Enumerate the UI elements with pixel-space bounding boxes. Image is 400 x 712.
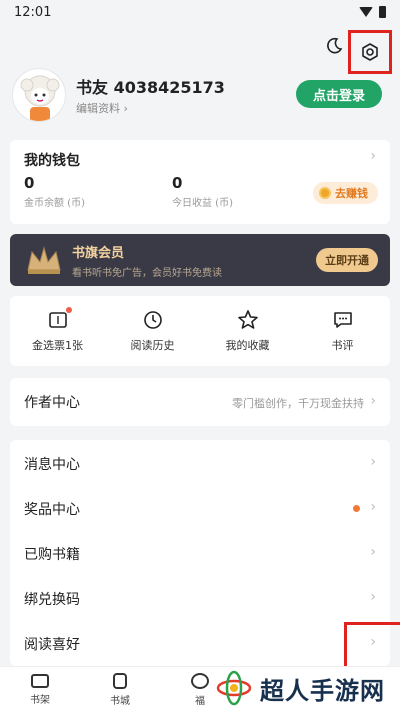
watermark-text: 超人手游网 <box>260 676 385 705</box>
menu-item-redeem-code[interactable]: 绑兑换码 › <box>10 575 390 620</box>
chevron-right-icon: › <box>370 393 376 409</box>
menu-item-prizes[interactable]: 奖品中心 › <box>10 485 390 530</box>
login-button[interactable]: 点击登录 <box>296 80 382 108</box>
bookstore-icon <box>113 672 127 689</box>
earn-money-label: 去赚钱 <box>335 187 368 200</box>
tab-label: 书城 <box>110 695 130 707</box>
earn-money-button[interactable]: 去赚钱 <box>313 182 378 204</box>
battery-icon <box>379 6 386 18</box>
today-earnings-label: 今日收益 (币) <box>172 198 233 209</box>
notification-dot <box>353 505 360 512</box>
quick-item-ticket[interactable]: 金选票1张 <box>18 307 98 353</box>
chevron-right-icon: › <box>370 148 376 164</box>
author-center-label: 作者中心 <box>24 395 80 411</box>
quick-item-label: 阅读历史 <box>130 339 175 352</box>
tab-label: 福 <box>195 695 205 707</box>
status-time: 12:01 <box>14 4 52 20</box>
menu-item-label: 阅读喜好 <box>24 637 80 653</box>
vip-subtitle: 看书听书免广告，会员好书免费读 <box>72 268 222 279</box>
today-earnings-stat: 0 今日收益 (币) <box>172 174 233 209</box>
menu-item-label: 消息中心 <box>24 457 80 473</box>
chevron-right-icon: › <box>370 499 376 515</box>
coin-balance-value: 0 <box>24 174 35 192</box>
night-mode-button[interactable] <box>320 32 348 60</box>
highlight-box <box>344 622 400 670</box>
wallet-title: 我的钱包 <box>24 153 80 169</box>
coin-icon <box>319 187 331 199</box>
wallet-card[interactable]: 我的钱包 › 0 金币余额 (币) 0 今日收益 (币) 去赚钱 <box>10 140 390 224</box>
author-center-tagline: 零门槛创作，千万现金扶持 <box>232 397 364 410</box>
author-center-row[interactable]: 作者中心 零门槛创作，千万现金扶持 › <box>10 378 390 426</box>
profile-section: 书友 4038425173 编辑资料 › 点击登录 <box>0 68 400 128</box>
tab-bookstore[interactable]: 书城 <box>80 667 160 712</box>
quick-item-reviews[interactable]: 书评 <box>303 309 383 353</box>
edit-profile-link[interactable]: 编辑资料 › <box>76 100 128 116</box>
crown-icon <box>27 246 61 274</box>
vip-open-button[interactable]: 立即开通 <box>316 248 378 272</box>
menu-item-label: 已购书籍 <box>24 547 80 563</box>
watermark: 超人手游网 <box>216 664 400 712</box>
top-bar <box>0 24 400 74</box>
ticket-icon <box>47 307 72 331</box>
welfare-icon <box>191 672 209 689</box>
menu-item-messages[interactable]: 消息中心 › <box>10 440 390 485</box>
menu-item-label: 奖品中心 <box>24 502 80 518</box>
tab-label: 书架 <box>30 694 50 706</box>
vip-title: 书旗会员 <box>72 246 125 261</box>
status-bar: 12:01 <box>0 0 400 24</box>
quick-item-label: 金选票1张 <box>32 339 83 352</box>
vip-banner[interactable]: 书旗会员 看书听书免广告，会员好书免费读 立即开通 <box>10 234 390 286</box>
tab-bookshelf[interactable]: 书架 <box>0 667 80 712</box>
quick-item-favorites[interactable]: 我的收藏 <box>208 309 288 353</box>
today-earnings-value: 0 <box>172 174 183 192</box>
user-nickname: 书友 4038425173 <box>76 78 225 97</box>
star-icon <box>237 309 259 331</box>
avatar[interactable] <box>12 68 66 122</box>
gear-icon <box>362 43 378 61</box>
quick-item-history[interactable]: 阅读历史 <box>113 309 193 353</box>
notification-dot <box>65 307 72 313</box>
quick-actions: 金选票1张 阅读历史 我的收藏 书评 <box>10 296 390 366</box>
chevron-right-icon: › <box>370 454 376 470</box>
wifi-icon <box>359 7 373 17</box>
sheep-avatar-icon <box>20 75 60 121</box>
chevron-right-icon: › <box>370 589 376 605</box>
clock-icon <box>142 309 164 331</box>
menu-list: 消息中心 › 奖品中心 › 已购书籍 › 绑兑换码 › 阅读喜好 › <box>10 440 390 666</box>
coin-balance-stat: 0 金币余额 (币) <box>24 174 85 209</box>
quick-item-label: 我的收藏 <box>225 339 270 352</box>
menu-item-purchased[interactable]: 已购书籍 › <box>10 530 390 575</box>
bookshelf-icon <box>31 673 49 688</box>
quick-item-label: 书评 <box>331 339 354 352</box>
comment-icon <box>332 309 354 331</box>
chevron-right-icon: › <box>370 544 376 560</box>
watermark-logo-icon <box>216 670 252 706</box>
status-icons <box>359 6 386 18</box>
moon-icon <box>327 37 343 54</box>
coin-balance-label: 金币余额 (币) <box>24 198 85 209</box>
menu-item-label: 绑兑换码 <box>24 592 80 608</box>
menu-item-reading-preferences[interactable]: 阅读喜好 › <box>10 620 390 665</box>
